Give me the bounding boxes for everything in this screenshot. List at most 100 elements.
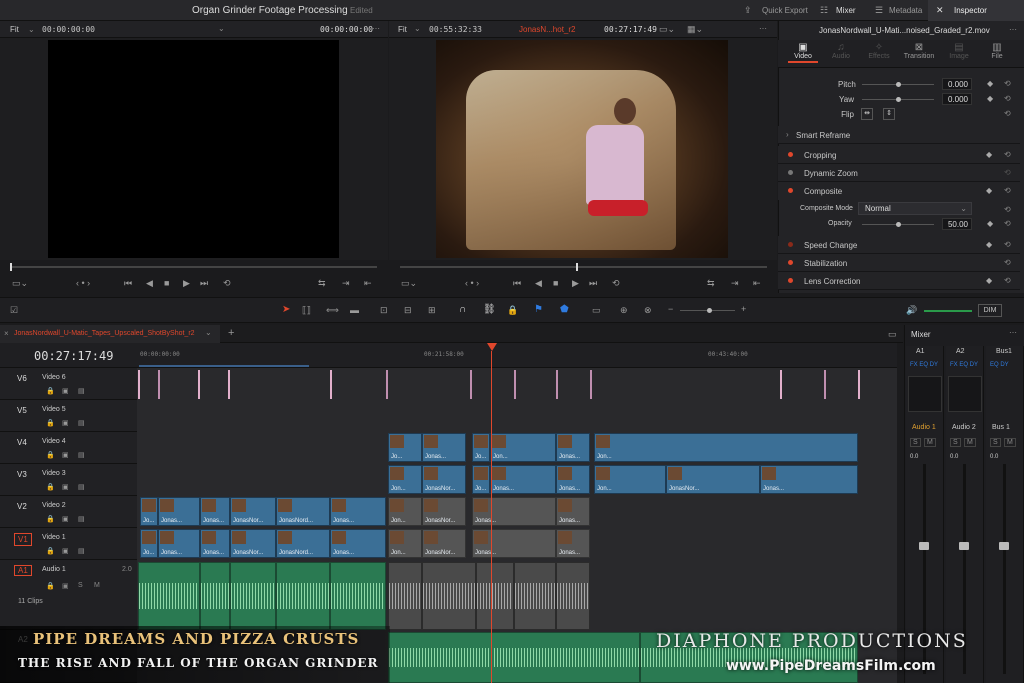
timeline-clip[interactable]: Jon... [388,497,422,526]
timeline-playhead-handle[interactable] [487,343,497,351]
tab-effects[interactable]: ✧ Effects [864,42,894,60]
reverse-play-icon[interactable]: ◀ [535,278,542,289]
audio-clip[interactable] [230,562,276,630]
timeline-clip[interactable]: Jo... [140,529,158,558]
track-id[interactable]: V2 [14,501,30,512]
more-options-icon[interactable]: ⋯ [1009,328,1017,337]
lock-icon[interactable]: 🔒 [46,515,55,523]
timeline-clip[interactable]: JonasNor... [422,529,466,558]
chevron-down-icon[interactable]: ⌄ [28,25,35,34]
inspector-tab[interactable]: ✕ Inspector [928,0,1024,21]
timeline-fit-select[interactable]: Fit [398,25,407,34]
flip-vertical-icon[interactable]: ⇕ [883,108,895,120]
monitor-icon[interactable]: ▣ [62,515,69,523]
lock-icon[interactable]: 🔒 [46,387,55,395]
v6-clip-marker[interactable] [228,370,230,399]
master-volume-slider[interactable] [924,310,972,312]
audio-clip[interactable] [388,632,640,683]
audio-clip[interactable] [388,562,422,630]
audio-clip[interactable] [514,562,556,630]
mute-button[interactable]: M [924,438,936,447]
timeline-clip[interactable]: Jo... [388,433,422,462]
viewer-options-icon[interactable]: ▭⌄ [401,278,417,289]
cropping-section[interactable]: Cropping ◆ ⟲ [778,146,1020,164]
jog-icon[interactable]: ‹ • › [465,278,479,288]
v6-clip-marker[interactable] [824,370,826,399]
stop-icon[interactable]: ■ [553,278,558,288]
reset-icon[interactable]: ⟲ [1004,109,1011,118]
more-options-icon[interactable]: ⋯ [759,24,767,33]
timeline-clip[interactable]: Jonas... [330,529,386,558]
audio-clip[interactable] [556,562,590,630]
jog-icon[interactable]: ‹ • › [76,278,90,288]
close-icon[interactable]: × [4,329,9,338]
pitch-value-field[interactable]: 0.000 [942,78,972,90]
marker-icon[interactable]: ⬟ [560,304,569,315]
timeline-clip[interactable]: Jonas... [472,529,556,558]
timeline-clip[interactable]: Jonas... [760,465,858,494]
metadata-button[interactable]: Metadata [889,6,922,15]
eq-dynamics-icon[interactable]: FX EQ DY [950,362,978,368]
monitor-icon[interactable]: ▣ [62,451,69,459]
enable-track-icon[interactable]: ▤ [78,451,85,459]
enable-track-icon[interactable]: ▤ [78,483,85,491]
reset-icon[interactable]: ⟲ [1004,168,1011,177]
reset-icon[interactable]: ⟲ [1004,205,1011,214]
tab-audio[interactable]: ♫ Audio [826,42,856,60]
v6-clip-marker[interactable] [198,370,200,399]
eq-dynamics-icon[interactable]: EQ DY [990,362,1009,368]
v6-clip-marker[interactable] [138,370,140,399]
v6-clip-marker[interactable] [470,370,472,399]
timeline-clip[interactable]: JonasNor... [666,465,760,494]
keyframe-icon[interactable]: ◆ [986,276,992,285]
timeline-clip[interactable]: Jonas... [422,433,466,462]
lock-icon[interactable]: 🔒 [46,419,55,427]
keyframe-icon[interactable]: ◆ [986,240,992,249]
mark-out-icon[interactable]: ⇤ [753,278,761,289]
opacity-value-field[interactable]: 50.00 [942,218,972,230]
timeline-clip[interactable]: Jo... [472,465,490,494]
composite-section[interactable]: Composite ◆ ⟲ [778,182,1020,200]
timeline-scrubber[interactable] [400,263,767,271]
timeline-clip[interactable]: Jon... [594,465,666,494]
zoom-slider-knob[interactable] [707,308,712,313]
fader-knob[interactable] [999,542,1009,550]
enable-toggle-icon[interactable] [788,260,793,265]
play-icon[interactable]: ▶ [183,278,190,289]
audio-clip[interactable] [138,562,200,630]
tab-image[interactable]: ▤ Image [944,42,974,60]
timeline-clip[interactable]: Jonas... [200,529,230,558]
play-icon[interactable]: ▶ [572,278,579,289]
v6-clip-marker[interactable] [556,370,558,399]
timeline-clip[interactable]: Jonas... [556,433,590,462]
last-frame-icon[interactable]: ⏭ [200,278,208,289]
timeline-clip[interactable]: Jonas... [158,529,200,558]
timeline-options-icon[interactable]: ☑ [10,305,18,316]
lock-icon[interactable]: 🔒 [507,305,518,316]
timeline-clip[interactable]: Jonas... [556,465,590,494]
enable-toggle-icon[interactable] [788,170,793,175]
enable-track-icon[interactable]: ▤ [78,547,85,555]
timeline-clip[interactable]: Jon... [594,433,858,462]
timeline-clip[interactable]: Jo... [140,497,158,526]
enable-toggle-icon[interactable] [788,278,793,283]
enable-track-icon[interactable]: ▤ [78,515,85,523]
timeline-clip[interactable]: Jonas... [556,497,590,526]
composite-mode-select[interactable]: Normal ⌄ [858,202,972,215]
smart-reframe-section[interactable]: › Smart Reframe [778,126,1020,144]
selection-tool-icon[interactable]: ➤ [282,304,290,315]
dynamic-zoom-section[interactable]: Dynamic Zoom ⟲ [778,164,1020,182]
source-fit-select[interactable]: Fit [10,25,19,34]
fader-knob[interactable] [919,542,929,550]
tab-file[interactable]: ▥ File [982,42,1012,60]
enable-track-icon[interactable]: ▤ [78,419,85,427]
lock-icon[interactable]: 🔒 [46,547,55,555]
keyframe-icon[interactable]: ◆ [987,79,993,88]
monitor-icon[interactable]: ▣ [62,547,69,555]
track-id[interactable]: V4 [14,437,30,448]
v6-clip-marker[interactable] [514,370,516,399]
v6-clip-marker[interactable] [590,370,592,399]
audio-clip[interactable] [330,562,386,630]
reset-icon[interactable]: ⟲ [1004,186,1011,195]
mark-in-icon[interactable]: ⇥ [342,278,350,289]
